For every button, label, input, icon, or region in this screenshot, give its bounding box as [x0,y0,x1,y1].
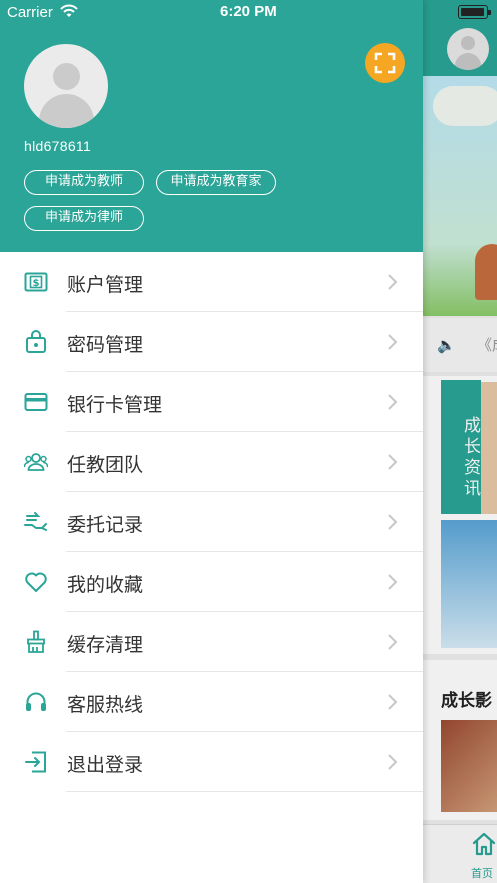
menu-label: 密码管理 [67,334,144,356]
battery-icon [458,5,491,19]
svg-text:$: $ [33,278,40,289]
menu-item-password[interactable]: 密码管理 [0,312,423,372]
chevron-right-icon [388,574,398,590]
menu-item-account[interactable]: $ 账户管理 [0,252,423,312]
chevron-right-icon [388,274,398,290]
apply-teacher-button[interactable]: 申请成为教师 [24,170,144,195]
menu-item-teaching-team[interactable]: 任教团队 [0,432,423,492]
menu-item-logout[interactable]: 退出登录 [0,732,423,792]
menu-item-bank-card[interactable]: 银行卡管理 [0,372,423,432]
chevron-right-icon [388,334,398,350]
scan-button[interactable] [365,43,405,83]
heart-icon [25,572,47,592]
profile-header: hld678611 申请成为教师 申请成为教育家 申请成为律师 [0,0,423,252]
chevron-right-icon [388,394,398,410]
chevron-right-icon [388,634,398,650]
menu-list: $ 账户管理 密码管理 银行卡管理 任教团队 委托记录 我的收藏 缓存清理 客服… [0,252,423,792]
drawer-overlay[interactable] [423,0,497,883]
menu-label: 缓存清理 [67,634,144,656]
username: hld678611 [24,138,92,154]
dollar-card-icon: $ [24,272,48,292]
status-bar: Carrier 6:20 PM [0,0,497,24]
menu-label: 银行卡管理 [67,394,163,416]
broom-icon [27,630,45,653]
menu-item-entrust-records[interactable]: 委托记录 [0,492,423,552]
logout-icon [25,751,46,773]
scan-icon [374,52,396,74]
bank-card-icon [24,393,48,411]
lock-icon [26,330,46,353]
menu-label: 任教团队 [67,454,144,476]
menu-label: 委托记录 [67,514,144,536]
hand-entrust-icon [24,512,47,531]
divider [66,791,423,792]
menu-label: 退出登录 [67,754,144,776]
apply-lawyer-button[interactable]: 申请成为律师 [24,206,144,231]
team-icon [24,453,48,471]
side-drawer: hld678611 申请成为教师 申请成为教育家 申请成为律师 $ 账户管理 密… [0,0,423,883]
menu-label: 客服热线 [67,694,144,716]
menu-label: 我的收藏 [67,574,144,596]
avatar[interactable] [24,44,108,128]
carrier-label: Carrier [7,4,53,21]
menu-item-clear-cache[interactable]: 缓存清理 [0,612,423,672]
chevron-right-icon [388,514,398,530]
apply-educator-button[interactable]: 申请成为教育家 [156,170,276,195]
chevron-right-icon [388,694,398,710]
wifi-icon [60,4,78,17]
chevron-right-icon [388,454,398,470]
chevron-right-icon [388,754,398,770]
menu-item-favorites[interactable]: 我的收藏 [0,552,423,612]
status-time: 6:20 PM [220,3,277,20]
headset-icon [26,692,46,711]
menu-item-hotline[interactable]: 客服热线 [0,672,423,732]
menu-label: 账户管理 [67,274,144,296]
